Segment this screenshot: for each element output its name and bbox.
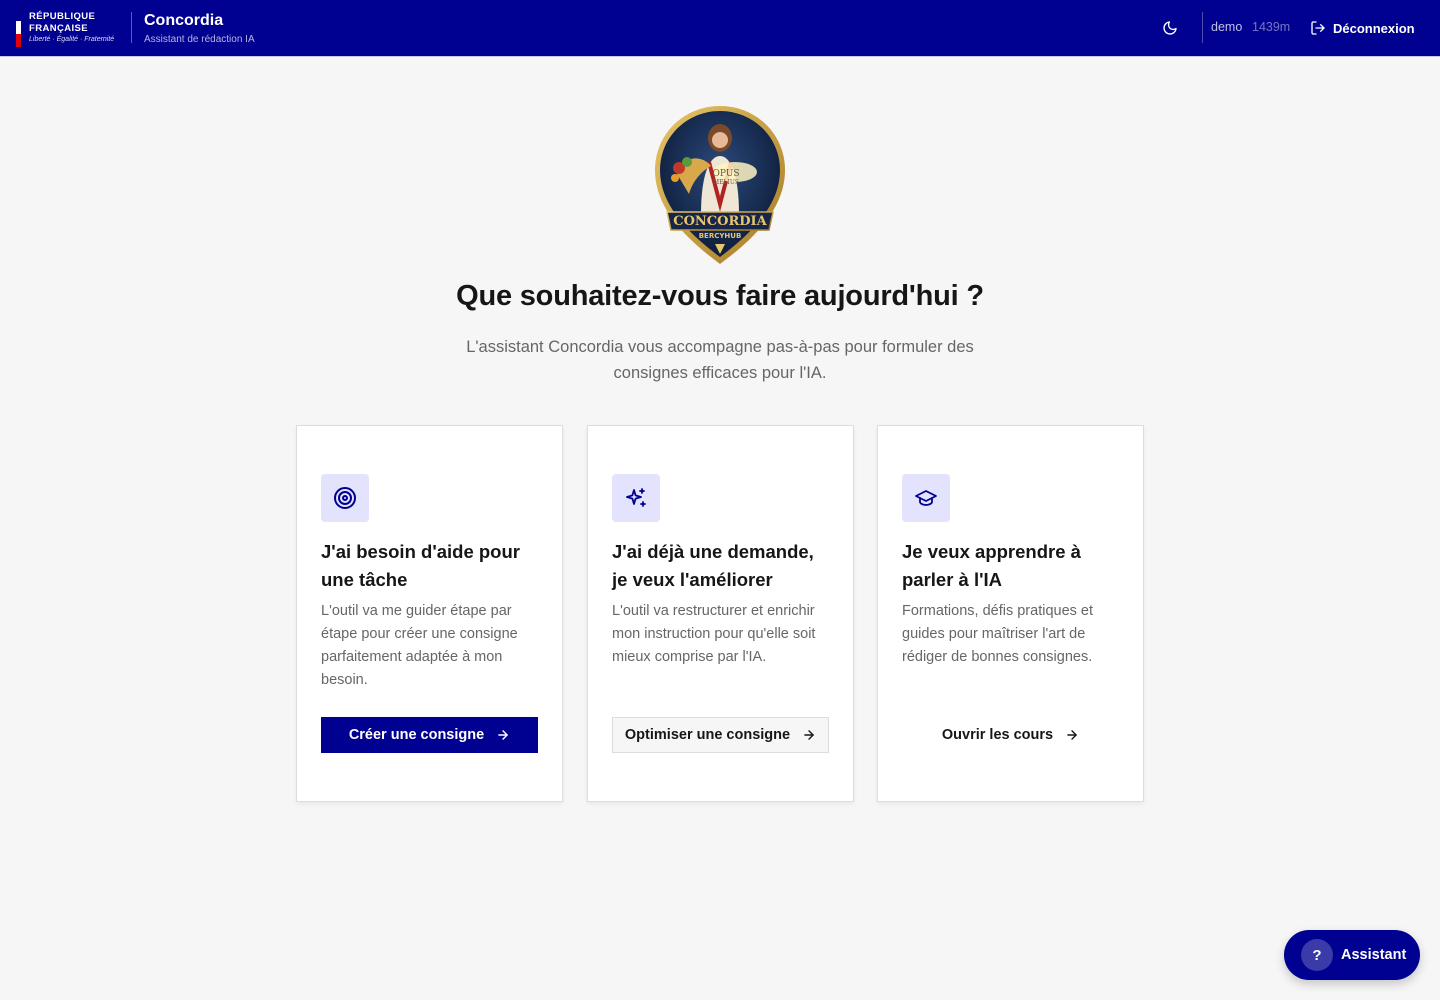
theme-toggle-button[interactable] (1158, 16, 1182, 40)
republic-line1: RÉPUBLIQUE (29, 11, 96, 22)
card-description: Formations, défis pratiques et guides po… (902, 603, 1094, 665)
button-label: Ouvrir les cours (941, 727, 1054, 743)
target-icon (334, 487, 356, 509)
app-title: Concordia (144, 12, 224, 29)
username: demo (1211, 20, 1243, 34)
logout-icon (1311, 21, 1325, 35)
app-brand[interactable]: Concordia Assistant de rédaction IA (144, 11, 255, 47)
sparkles-icon (626, 488, 646, 507)
page-subtitle: L'assistant Concordia vous accompagne pa… (466, 338, 974, 382)
button-label: Optimiser une consigne (624, 727, 791, 743)
card-create-prompt: J'ai besoin d'aide pour une tâche L'outi… (296, 425, 563, 802)
card-icon-container (321, 474, 369, 522)
assistant-floating-button[interactable]: ? Assistant (1284, 930, 1420, 980)
optimize-prompt-button[interactable]: Optimiser une consigne (612, 717, 829, 753)
arrow-right-icon (804, 730, 814, 740)
header-divider (131, 12, 132, 43)
arrow-right-icon (1067, 730, 1077, 740)
top-header: RÉPUBLIQUE FRANÇAISE Liberté · Égalité ·… (0, 0, 1440, 57)
header-divider-right (1202, 12, 1203, 43)
emblem-name: CONCORDIA (673, 214, 767, 229)
card-learn-ai: Je veux apprendre à parler à l'IA Format… (877, 425, 1144, 802)
moon-icon (1163, 21, 1177, 35)
help-icon: ? (1301, 939, 1333, 971)
assistant-label: Assistant (1341, 947, 1407, 963)
card-title: J'ai besoin d'aide pour une tâche (321, 541, 520, 590)
emblem-sub: BERCYHUB (699, 232, 742, 240)
graduation-cap-icon (915, 490, 937, 506)
card-title: J'ai déjà une demande, je veux l'amélior… (612, 541, 814, 590)
session-timer: 1439m (1252, 20, 1291, 34)
open-courses-button[interactable]: Ouvrir les cours (902, 717, 1119, 753)
emblem-motto-2: MELIUS (713, 179, 739, 186)
button-label: Créer une consigne (348, 727, 485, 743)
republic-motto: Liberté · Égalité · Fraternité (29, 36, 115, 43)
card-icon-container (902, 474, 950, 522)
arrow-right-icon (498, 730, 508, 740)
republique-francaise-logo[interactable]: RÉPUBLIQUE FRANÇAISE Liberté · Égalité ·… (16, 11, 114, 47)
card-description: L'outil va restructurer et enrichir mon … (612, 603, 816, 665)
concordia-emblem-logo: OPUS MELIUS CONCORDIA BERCYHUB (655, 106, 785, 264)
create-prompt-button[interactable]: Créer une consigne (321, 717, 538, 753)
emblem-motto-1: OPUS (712, 169, 739, 179)
card-optimize-prompt: J'ai déjà une demande, je veux l'amélior… (587, 425, 854, 802)
card-description: L'outil va me guider étape par étape pou… (321, 603, 518, 688)
logout-button[interactable]: Déconnexion (1310, 17, 1415, 39)
app-subtitle: Assistant de rédaction IA (144, 34, 255, 45)
flag-icon (16, 21, 21, 47)
card-icon-container (612, 474, 660, 522)
republic-line2: FRANÇAISE (29, 23, 89, 34)
card-title: Je veux apprendre à parler à l'IA (902, 541, 1081, 590)
logout-label: Déconnexion (1333, 20, 1415, 36)
page-title: Que souhaitez-vous faire aujourd'hui ? (456, 280, 984, 312)
